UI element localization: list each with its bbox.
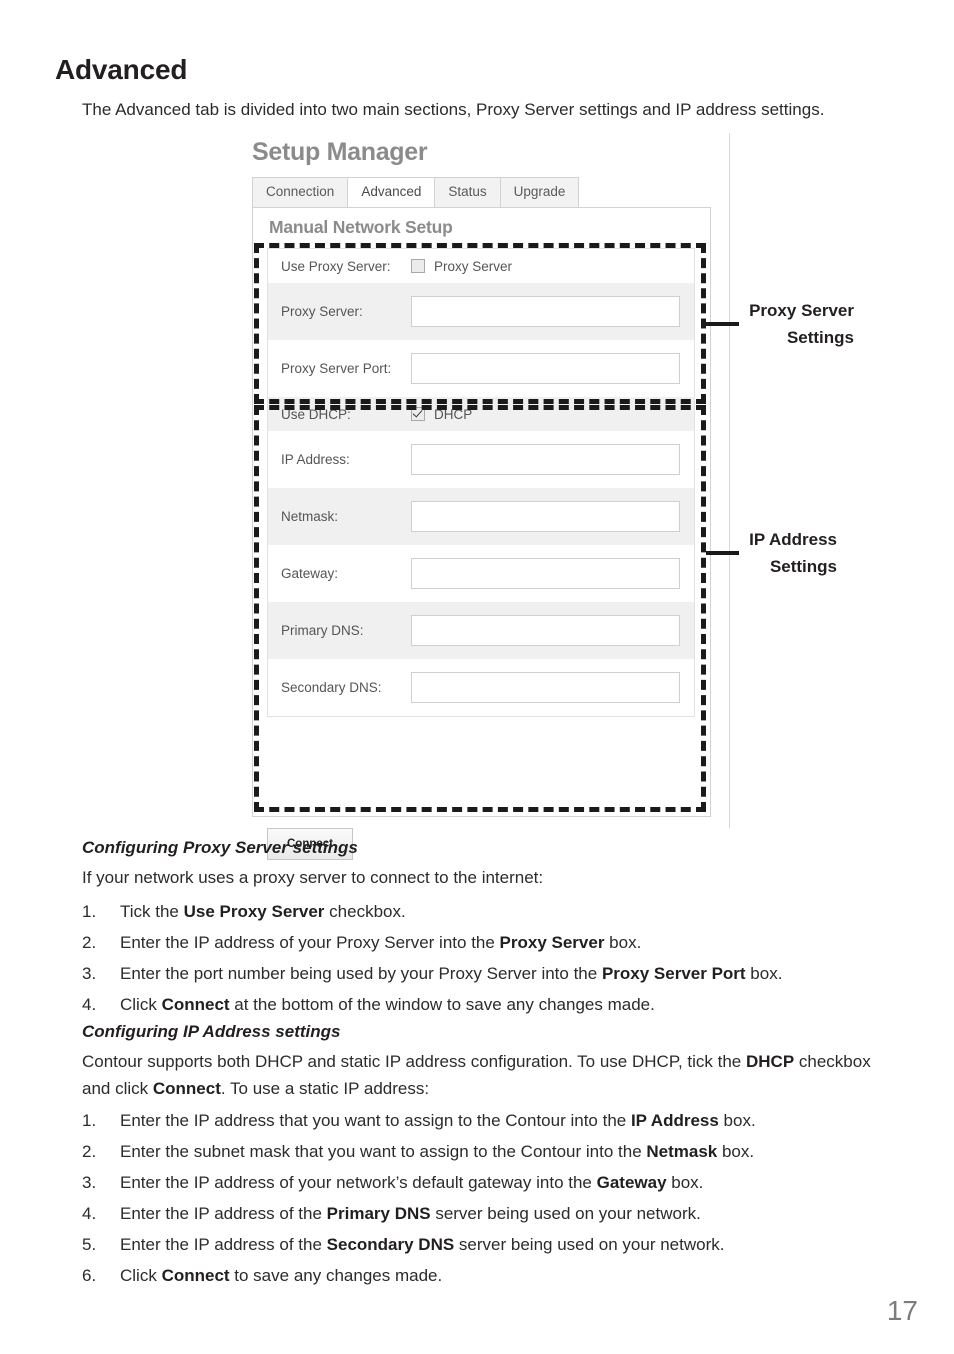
step-text: Enter the subnet mask that you want to a…: [120, 1142, 755, 1161]
field-control: [411, 353, 694, 384]
field-label: IP Address:: [281, 452, 350, 467]
form-row: IP Address:: [268, 431, 694, 488]
step-number: 3.: [82, 1173, 97, 1192]
setup-manager-screenshot: Setup Manager Connection Advanced Status Up…: [248, 133, 730, 860]
form-row: Use DHCP: DHCP: [268, 397, 694, 431]
ip-address-input[interactable]: [411, 444, 680, 475]
field-label: Use DHCP:: [281, 406, 351, 422]
checkbox-group[interactable]: Proxy Server: [411, 259, 680, 274]
field-control: Proxy Server: [411, 259, 694, 274]
step-item: 4. Click Connect at the bottom of the win…: [82, 989, 912, 1020]
checkbox-unchecked-icon[interactable]: [411, 259, 425, 273]
step-item: 3. Enter the IP address of your network’s…: [82, 1167, 912, 1198]
field-label: Netmask:: [281, 509, 339, 524]
app-title: Setup Manager: [252, 138, 428, 166]
field-control: [411, 615, 694, 646]
tab-status[interactable]: Status: [434, 177, 501, 207]
page-number: 17: [886, 1295, 918, 1326]
step-item: 5. Enter the IP address of the Secondary …: [82, 1229, 912, 1260]
checkbox-checked-icon[interactable]: [411, 407, 425, 421]
field-label: Proxy Server:: [281, 304, 363, 319]
step-number: 4.: [82, 995, 97, 1014]
step-number: 1.: [82, 902, 97, 921]
step-item: 1. Enter the IP address that you want to …: [82, 1105, 912, 1136]
field-control: DHCP: [411, 407, 694, 422]
ip-steps-list: 1. Enter the IP address that you want to …: [82, 1105, 912, 1291]
step-item: 6. Click Connect to save any changes made…: [82, 1260, 912, 1291]
tab-connection[interactable]: Connection: [252, 177, 349, 207]
checkbox-group[interactable]: DHCP: [411, 407, 680, 422]
step-number: 4.: [82, 1204, 97, 1223]
field-label: Primary DNS:: [281, 623, 364, 638]
step-number: 1.: [82, 1111, 97, 1130]
step-text: Enter the IP address of the Secondary DN…: [120, 1235, 725, 1254]
field-label: Use Proxy Server:: [281, 258, 391, 274]
ip-callout-label: IP Address Settings: [749, 530, 837, 576]
step-item: 2. Enter the IP address of your Proxy Ser…: [82, 927, 912, 958]
proxy-steps-list: 1. Tick the Use Proxy Server checkbox. 2. E…: [82, 896, 912, 1020]
step-item: 2. Enter the subnet mask that you want to…: [82, 1136, 912, 1167]
ip-section-subhead: Configuring IP Address settings: [82, 1022, 341, 1041]
checkbox-label: Proxy Server: [434, 258, 513, 274]
tab-strip: Connection Advanced Status Upgrade: [252, 177, 580, 207]
step-item: 4. Enter the IP address of the Primary DN…: [82, 1198, 912, 1229]
step-text: Enter the IP address of your network’s d…: [120, 1173, 704, 1192]
step-item: 3. Enter the port number being used by yo…: [82, 958, 912, 989]
step-text: Enter the IP address of the Primary DNS …: [120, 1204, 701, 1223]
secondary-dns-input[interactable]: [411, 672, 680, 703]
step-number: 3.: [82, 964, 97, 983]
step-text: Tick the Use Proxy Server checkbox.: [120, 902, 406, 921]
proxy-callout-label: Proxy Server Settings: [749, 301, 854, 347]
proxy-section-lead: If your network uses a proxy server to c…: [82, 868, 544, 887]
proxy-section-subhead: Configuring Proxy Server settings: [82, 838, 358, 857]
form-row: Use Proxy Server: Proxy Server: [268, 249, 694, 283]
field-label: Secondary DNS:: [281, 680, 382, 695]
tab-advanced[interactable]: Advanced: [347, 177, 436, 207]
field-control: [411, 444, 694, 475]
intro-paragraph: The Advanced tab is divided into two mai…: [82, 100, 825, 119]
step-number: 2.: [82, 933, 97, 952]
step-text: Enter the IP address that you want to as…: [120, 1111, 756, 1130]
step-item: 1. Tick the Use Proxy Server checkbox.: [82, 896, 912, 927]
step-text: Enter the port number being used by your…: [120, 964, 783, 983]
field-control: [411, 672, 694, 703]
step-text: Click Connect at the bottom of the windo…: [120, 995, 655, 1014]
step-number: 6.: [82, 1266, 97, 1285]
ip-section-lead: Contour supports both DHCP and static IP…: [82, 1052, 871, 1098]
step-number: 5.: [82, 1235, 97, 1254]
primary-dns-input[interactable]: [411, 615, 680, 646]
step-number: 2.: [82, 1142, 97, 1161]
form-row: Primary DNS:: [268, 602, 694, 659]
page-title: Advanced: [55, 54, 188, 85]
field-label: Gateway:: [281, 566, 339, 581]
step-text: Enter the IP address of your Proxy Serve…: [120, 933, 642, 952]
step-text: Click Connect to save any changes made.: [120, 1266, 443, 1285]
checkbox-label: DHCP: [434, 406, 473, 422]
form-row: Secondary DNS:: [268, 659, 694, 716]
field-label: Proxy Server Port:: [281, 361, 392, 376]
tab-upgrade[interactable]: Upgrade: [499, 177, 580, 207]
proxy-server-port-input[interactable]: [411, 353, 680, 384]
panel-heading: Manual Network Setup: [269, 217, 453, 237]
